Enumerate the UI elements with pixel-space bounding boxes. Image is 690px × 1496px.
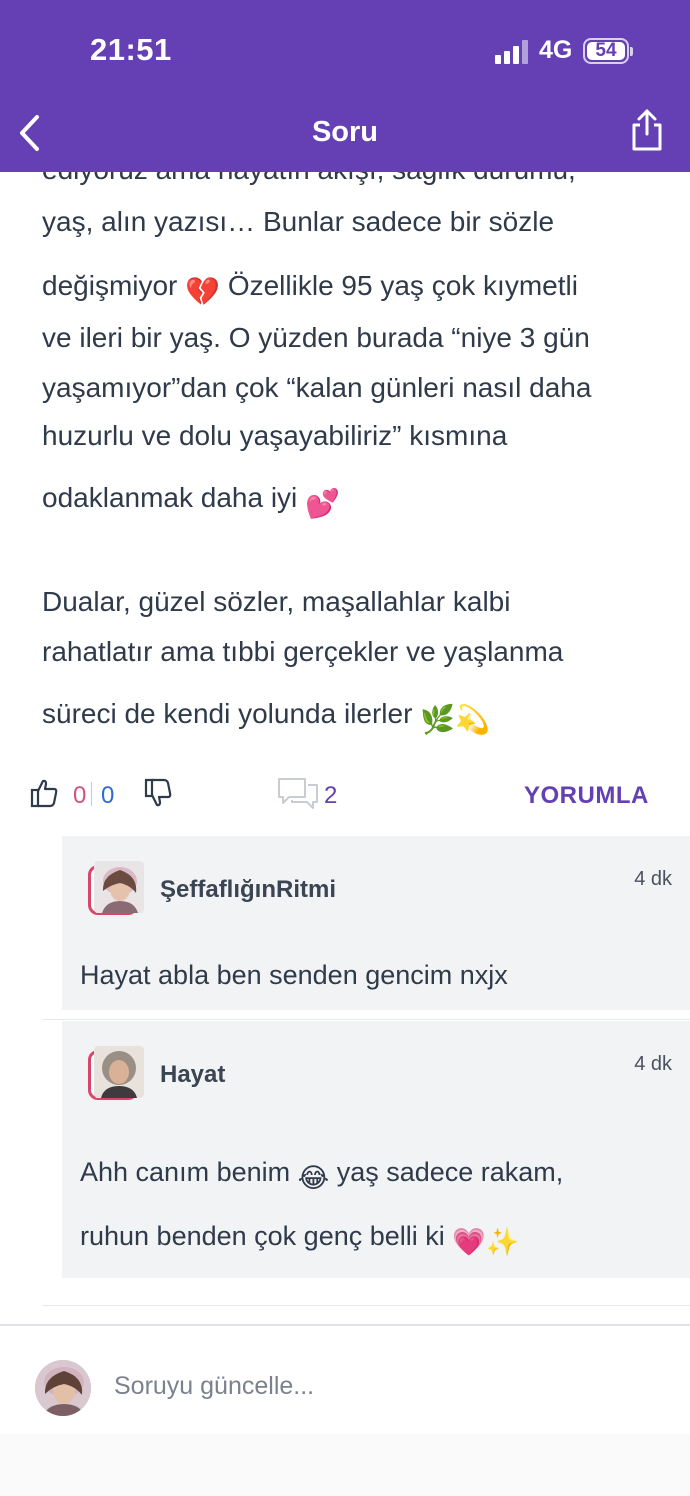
answer-line: rahatlatır ama tıbbi gerçekler ve yaşlan… [42, 636, 564, 667]
update-question-input[interactable] [114, 1366, 654, 1406]
comment-card: ŞeffaflığınRitmi 4 dk Hayat abla ben sen… [62, 836, 690, 1010]
two-hearts-emoji: 💕 [305, 488, 340, 519]
count-divider [91, 782, 92, 806]
sparkles-emoji: ✨ [485, 1227, 520, 1257]
reply-button[interactable]: YORUMLA [524, 782, 649, 810]
share-button[interactable] [625, 108, 669, 158]
answer-line: Dualar, güzel sözler, maşallahlar kalbi [42, 586, 511, 617]
answer-line: değişmiyor 💔 Özellikle 95 yaş çok kıymet… [42, 270, 578, 308]
comment-count[interactable]: 2 [324, 782, 337, 810]
avatar[interactable] [88, 1046, 144, 1102]
comment-time: 4 dk [634, 1053, 672, 1075]
comments-icon[interactable] [277, 776, 319, 817]
answer-line: yaş, alın yazısı… Bunlar sadece bir sözl… [42, 206, 555, 237]
comment-text-part: Ahh canım benim [80, 1157, 291, 1187]
comment-card: Hayat 4 dk Ahh canım benim 😂 yaş sadece … [62, 1021, 690, 1278]
dislike-count: 0 [101, 782, 115, 809]
comment-text: Hayat abla ben senden gencim nxjx [80, 960, 508, 990]
signal-icon [495, 40, 529, 64]
network-type: 4G [539, 36, 573, 64]
answer-text: değişmiyor [42, 270, 178, 301]
comment-time: 4 dk [634, 868, 672, 890]
comment-text-part: ruhun benden çok genç belli ki [80, 1221, 445, 1251]
avatar [35, 1360, 91, 1416]
answer-text: süreci de kendi yolunda ilerler [42, 698, 413, 729]
laughing-emoji: 😂 [297, 1163, 330, 1193]
answer-text: Özellikle 95 yaş çok kıymetli [227, 270, 578, 301]
thumbs-up-icon[interactable] [30, 778, 58, 813]
answer-line: yaşamıyor”dan çok “kalan günleri nasıl d… [42, 372, 592, 403]
broken-heart-emoji: 💔 [185, 276, 221, 307]
avatar[interactable] [88, 861, 144, 917]
comment-divider [42, 1019, 690, 1020]
answer-actions: 0 0 2 YORUMLA [0, 770, 690, 820]
page-title: Soru [311, 116, 379, 148]
answer-line: odaklanmak daha iyi 💕 [42, 482, 340, 520]
answer-text: odaklanmak daha iyi [42, 482, 298, 513]
share-icon [632, 109, 662, 151]
like-count: 0 [73, 782, 87, 809]
heart-emoji: 💗 [452, 1227, 486, 1257]
answer-line: ve ileri bir yaş. O yüzden burada “niye … [42, 322, 590, 353]
bottom-spacer [0, 1434, 690, 1496]
comment-author[interactable]: ŞeffaflığınRitmi [160, 876, 336, 904]
comment-author[interactable]: Hayat [160, 1061, 225, 1089]
answer-line: süreci de kendi yolunda ilerler 🌿💫 [42, 698, 490, 736]
top-bar: 21:51 4G 54 Soru [0, 0, 690, 172]
composer-bar [0, 1324, 690, 1434]
comment-text: Ahh canım benim 😂 yaş sadece rakam, [80, 1157, 563, 1194]
status-time: 21:51 [90, 32, 172, 67]
comment-text: ruhun benden çok genç belli ki 💗✨ [80, 1221, 520, 1258]
battery-icon: 54 [583, 38, 633, 64]
comment-text-part: yaş sadece rakam, [336, 1157, 564, 1187]
comment-divider [42, 1305, 690, 1306]
battery-level: 54 [587, 40, 625, 61]
dizzy-emoji: 💫 [455, 704, 490, 735]
answer-line: huzurlu ve dolu yaşayabiliriz” kısmına [42, 420, 508, 451]
thumbs-down-icon[interactable] [144, 778, 172, 813]
herb-emoji: 🌿 [420, 704, 456, 735]
